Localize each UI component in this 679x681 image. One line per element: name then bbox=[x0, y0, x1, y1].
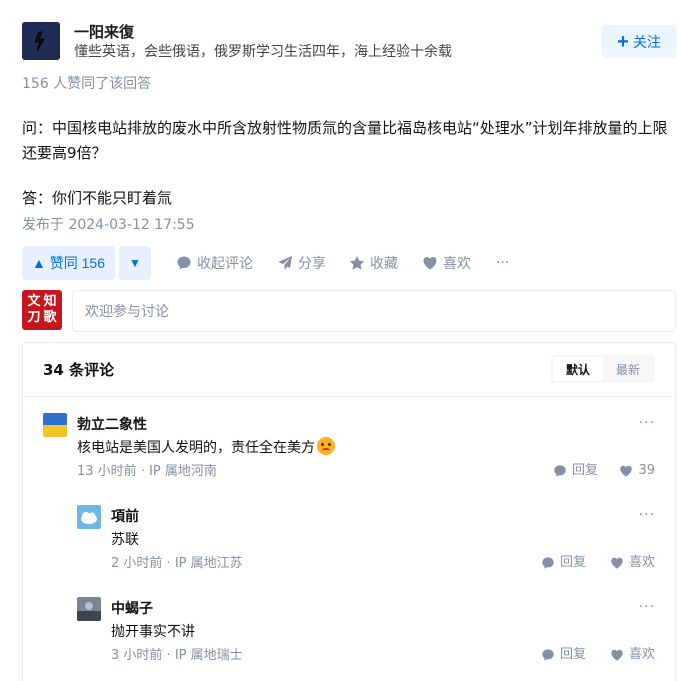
favorite-button[interactable]: 收藏 bbox=[349, 246, 398, 280]
author-card: 一阳来復 懂些英语，会些俄语，俄罗斯学习生活四年，海上经验十余载 bbox=[22, 22, 662, 62]
commenter-name[interactable]: 中蝎子 bbox=[111, 599, 153, 619]
follow-label: 关注 bbox=[632, 33, 661, 50]
like-count: 39 bbox=[638, 463, 655, 478]
comment-meta: 13 小时前 · IP 属地河南 bbox=[77, 463, 217, 481]
reply-button[interactable]: 回复 bbox=[553, 461, 598, 481]
comments-count: 34 条评论 bbox=[43, 361, 115, 379]
comment-more-icon[interactable]: ··· bbox=[639, 507, 655, 523]
avatar-char: 歌 bbox=[43, 310, 57, 325]
comment-text-body: 核电站是美国人发明的，责任全在美方 bbox=[77, 440, 315, 456]
author-avatar[interactable] bbox=[22, 22, 60, 60]
comment-icon bbox=[177, 256, 191, 270]
plus-icon: + bbox=[617, 30, 629, 53]
heart-icon bbox=[620, 465, 633, 477]
comment-like-button[interactable]: 喜欢 bbox=[610, 645, 655, 665]
collapse-comments-label: 收起评论 bbox=[197, 256, 253, 272]
flag-avatar-icon bbox=[43, 413, 67, 437]
comment-sort-toggle: 默认 最新 bbox=[551, 355, 655, 383]
share-button[interactable]: 分享 bbox=[277, 246, 326, 280]
collapse-comments-button[interactable]: 收起评论 bbox=[176, 246, 253, 280]
comment-more-icon[interactable]: ··· bbox=[639, 415, 655, 431]
my-avatar[interactable]: 文 知 刀 歌 bbox=[22, 290, 62, 330]
author-headline: 懂些英语，会些俄语，俄罗斯学习生活四年，海上经验十余载 bbox=[74, 44, 452, 60]
commenter-avatar[interactable] bbox=[77, 597, 101, 621]
more-dots-icon: ··· bbox=[496, 255, 510, 271]
commenter-avatar[interactable] bbox=[43, 413, 67, 437]
like-label: 喜欢 bbox=[443, 256, 471, 272]
reply-label: 回复 bbox=[572, 463, 599, 478]
comment-time: 13 小时前 bbox=[77, 464, 137, 479]
comment-meta: 3 小时前 · IP 属地瑞士 bbox=[111, 647, 243, 665]
cloud-avatar-icon bbox=[77, 505, 101, 529]
comment-ip: IP 属地河南 bbox=[149, 464, 217, 479]
answer-content: 问：中国核电站排放的废水中所含放射性物质氚的含量比福岛核电站“处理水”计划年排放… bbox=[22, 116, 672, 211]
comment-ip: IP 属地江苏 bbox=[174, 556, 243, 571]
vote-down-icon: ▼ bbox=[129, 256, 141, 270]
commenter-name[interactable]: 勃立二象性 bbox=[77, 415, 147, 435]
reply-button[interactable]: 回复 bbox=[541, 645, 586, 665]
comment-input[interactable]: 欢迎参与讨论 bbox=[72, 290, 676, 332]
publish-time[interactable]: 发布于 2024-03-12 17:55 bbox=[22, 215, 195, 235]
comments-panel: 34 条评论 默认 最新 勃立二象性 ··· 核电站是美国人发明的，责任全在美方… bbox=[22, 342, 676, 681]
comment-time: 3 小时前 bbox=[111, 648, 163, 663]
vote-down-button[interactable]: ▼ bbox=[119, 246, 151, 280]
lightning-icon bbox=[22, 22, 60, 60]
vote-up-button[interactable]: ▲ 赞同 156 bbox=[22, 246, 115, 280]
star-icon bbox=[349, 256, 365, 270]
comment-composer: 文 知 刀 歌 欢迎参与讨论 bbox=[22, 290, 676, 332]
reply-label: 回复 bbox=[560, 647, 587, 662]
like-label: 喜欢 bbox=[628, 647, 655, 662]
comment-time: 2 小时前 bbox=[111, 556, 163, 571]
heart-icon bbox=[423, 257, 437, 270]
comment-text: 苏联 bbox=[111, 532, 139, 548]
voters-count[interactable]: 156 人赞同了该回答 bbox=[22, 74, 151, 94]
sort-latest-tab[interactable]: 最新 bbox=[603, 357, 653, 381]
meta-separator: · bbox=[140, 464, 150, 479]
reply-button[interactable]: 回复 bbox=[541, 553, 586, 573]
author-name[interactable]: 一阳来復 bbox=[74, 22, 134, 42]
like-button[interactable]: 喜欢 bbox=[422, 246, 471, 280]
comment-meta: 2 小时前 · IP 属地江苏 bbox=[111, 555, 243, 573]
heart-icon bbox=[611, 557, 623, 569]
comment-ip: IP 属地瑞士 bbox=[174, 648, 243, 663]
share-icon bbox=[278, 256, 292, 270]
commenter-name[interactable]: 項前 bbox=[111, 507, 139, 527]
avatar-char: 知 bbox=[43, 294, 57, 309]
sort-default-tab[interactable]: 默认 bbox=[553, 357, 603, 381]
comment-text: 核电站是美国人发明的，责任全在美方 bbox=[77, 437, 335, 459]
avatar-char: 刀 bbox=[27, 310, 41, 325]
angry-emoji-icon bbox=[317, 437, 335, 455]
follow-button[interactable]: + 关注 bbox=[602, 25, 676, 58]
comments-header: 34 条评论 默认 最新 bbox=[23, 343, 675, 397]
comment-text: 抛开事实不讲 bbox=[111, 624, 195, 640]
avatar-char: 文 bbox=[27, 294, 41, 309]
more-actions-button[interactable]: ··· bbox=[496, 246, 509, 280]
share-label: 分享 bbox=[298, 256, 326, 272]
like-label: 喜欢 bbox=[628, 555, 655, 570]
reply-icon bbox=[542, 557, 554, 569]
answer-question-line: 问：中国核电站排放的废水中所含放射性物质氚的含量比福岛核电站“处理水”计划年排放… bbox=[22, 119, 668, 162]
meta-separator: · bbox=[166, 648, 175, 663]
action-bar: ▲ 赞同 156 ▼ 收起评论 分享 收藏 喜欢 ··· bbox=[22, 246, 662, 280]
comment-more-icon[interactable]: ··· bbox=[639, 599, 655, 615]
comment-like-button[interactable]: 39 bbox=[619, 461, 655, 481]
commenter-avatar[interactable] bbox=[77, 505, 101, 529]
reply-icon bbox=[554, 465, 566, 477]
comment-like-button[interactable]: 喜欢 bbox=[610, 553, 655, 573]
photo-avatar-icon bbox=[77, 597, 101, 621]
answer-answer-line: 答：你们不能只盯着氚 bbox=[22, 189, 173, 207]
reply-icon bbox=[542, 649, 554, 661]
vote-up-label: ▲ 赞同 156 bbox=[32, 255, 105, 271]
heart-icon bbox=[611, 649, 623, 661]
reply-label: 回复 bbox=[560, 555, 587, 570]
meta-separator: · bbox=[166, 556, 175, 571]
favorite-label: 收藏 bbox=[370, 256, 398, 272]
